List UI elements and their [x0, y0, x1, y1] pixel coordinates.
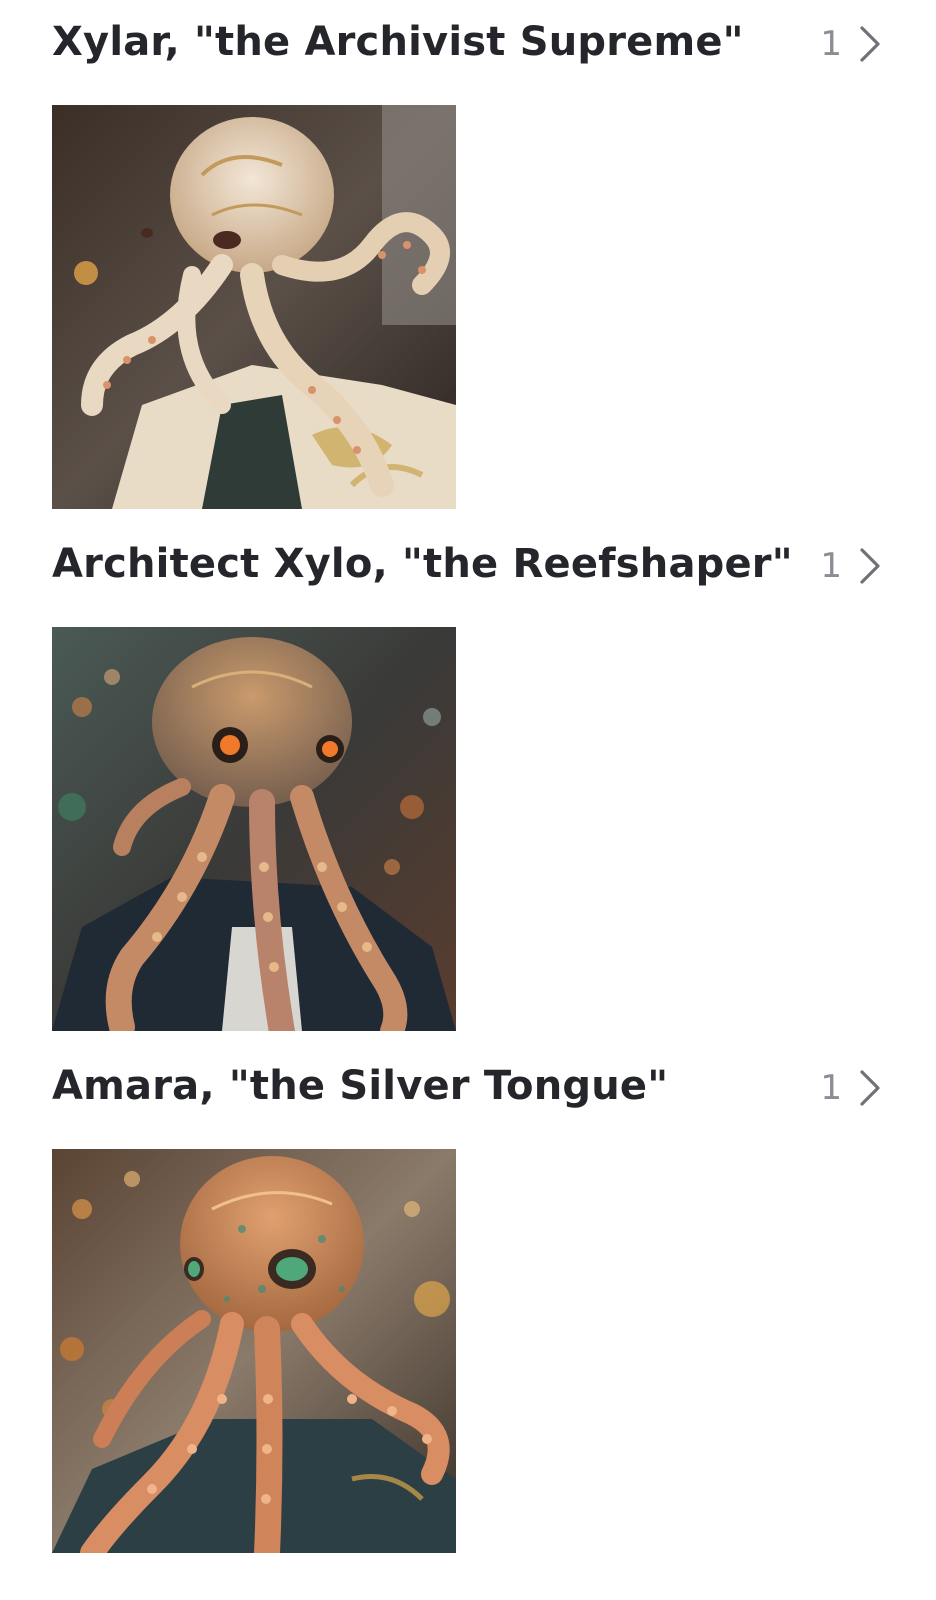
album-list: Xylar, "the Archivist Supreme" 1 Archite…	[0, 0, 936, 1600]
album-photo-count: 1	[820, 1068, 842, 1108]
album-item-xylar: Xylar, "the Archivist Supreme" 1	[0, 0, 936, 520]
chevron-right-icon	[860, 548, 880, 584]
album-title: Amara, "the Silver Tongue"	[52, 1063, 669, 1109]
album-title: Architect Xylo, "the Reefshaper"	[52, 541, 793, 587]
album-header[interactable]: Xylar, "the Archivist Supreme" 1	[52, 0, 904, 90]
album-photo-count: 1	[820, 546, 842, 586]
album-thumbnail[interactable]	[52, 627, 456, 1031]
album-thumbnail[interactable]	[52, 105, 456, 509]
album-title: Xylar, "the Archivist Supreme"	[52, 19, 744, 65]
album-header[interactable]: Architect Xylo, "the Reefshaper" 1	[52, 522, 904, 612]
chevron-right-icon	[860, 26, 880, 62]
octopus-portrait-image	[52, 105, 456, 509]
album-thumbnail[interactable]	[52, 1149, 456, 1553]
album-item-architect-xylo: Architect Xylo, "the Reefshaper" 1	[0, 522, 936, 1042]
album-item-amara: Amara, "the Silver Tongue" 1	[0, 1044, 936, 1564]
octopus-portrait-image	[52, 627, 456, 1031]
album-header[interactable]: Amara, "the Silver Tongue" 1	[52, 1044, 904, 1134]
album-photo-count: 1	[820, 24, 842, 64]
chevron-right-icon	[860, 1070, 880, 1106]
octopus-portrait-image	[52, 1149, 456, 1553]
